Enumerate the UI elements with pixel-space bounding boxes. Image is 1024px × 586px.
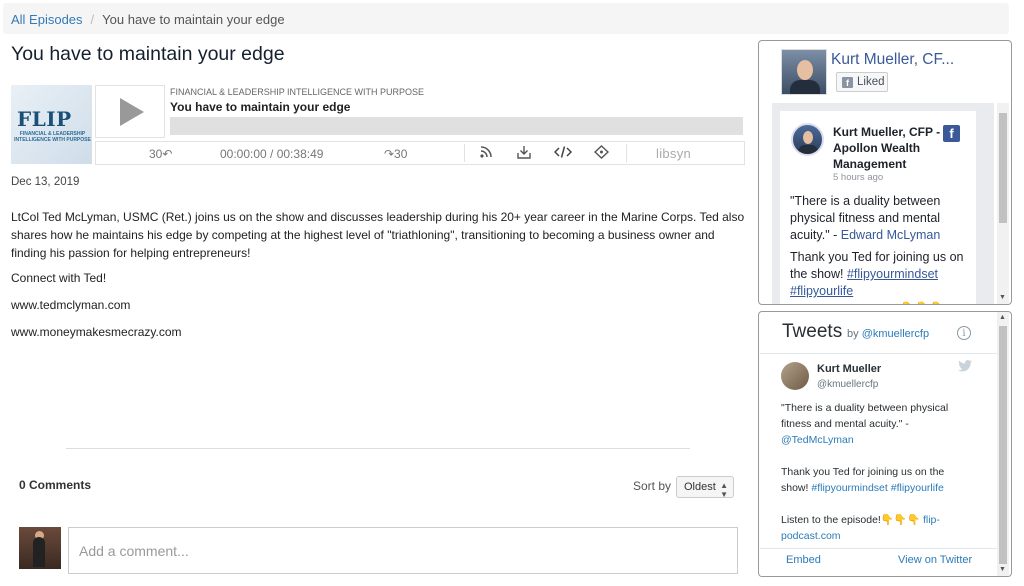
show-name: FINANCIAL & LEADERSHIP INTELLIGENCE WITH…	[170, 87, 425, 97]
podcast-player: FLIP FINANCIAL & LEADERSHIP INTELLIGENCE…	[11, 84, 745, 165]
page-title: You have to maintain your edge	[11, 43, 285, 65]
post-text: "There is a duality between physical fit…	[790, 193, 970, 244]
breadcrumb-separator: /	[90, 12, 95, 27]
progress-bar[interactable]	[170, 117, 743, 135]
tweet-text: Listen to the episode!👇👇👇	[781, 514, 923, 526]
tweet-paragraph: Thank you Ted for joining us on the show…	[781, 464, 971, 496]
facebook-page-avatar[interactable]	[781, 49, 827, 95]
scroll-up-icon[interactable]: ▲	[999, 314, 1006, 321]
facebook-page-name[interactable]: Kurt Mueller, CF...	[831, 51, 954, 69]
sort-label: Sort by	[633, 479, 672, 493]
avatar	[19, 527, 61, 569]
divider	[760, 353, 997, 354]
breadcrumb-current: You have to maintain your edge	[102, 12, 285, 27]
forward-30-button[interactable]: ↷30	[384, 147, 407, 161]
post-mention-link[interactable]: Edward McLyman	[841, 228, 941, 242]
hashtag-link[interactable]: #flipyourlife	[790, 284, 853, 298]
facebook-liked-button[interactable]: f Liked	[836, 72, 888, 92]
facebook-logo-icon: f	[943, 125, 960, 142]
facebook-post: Kurt Mueller, CFP - Apollon Wealth Manag…	[780, 111, 976, 304]
website-link-tedmclyman[interactable]: www.tedmclyman.com	[11, 298, 130, 312]
scroll-down-icon[interactable]: ▼	[999, 294, 1006, 301]
hashtag-links[interactable]: #flipyourmindset #flipyourlife	[811, 482, 943, 494]
embed-link[interactable]: Embed	[786, 554, 821, 566]
twitter-timeline-widget: Tweets by @kmuellercfp i Kurt Mueller @k…	[758, 311, 1012, 577]
tweets-by-label: by	[847, 328, 859, 340]
cover-logo: FLIP	[17, 107, 72, 131]
share-icon[interactable]	[593, 145, 610, 162]
rss-icon[interactable]	[480, 145, 493, 161]
tweet-text: "There is a duality between physical fit…	[781, 402, 949, 430]
breadcrumb-all-episodes-link[interactable]: All Episodes	[11, 12, 83, 27]
podcast-cover-art: FLIP FINANCIAL & LEADERSHIP INTELLIGENCE…	[11, 85, 92, 164]
twitter-scrollbar[interactable]: ▲ ▼	[997, 312, 1009, 576]
controls-divider	[464, 144, 465, 162]
connect-text: Connect with Ted!	[11, 271, 107, 285]
tweet-author-name[interactable]: Kurt Mueller	[817, 363, 881, 375]
time-display: 00:00:00 / 00:38:49	[220, 147, 324, 161]
sort-chevron-icon: ▲ ▼	[720, 481, 728, 499]
tweets-title: Tweets	[782, 321, 843, 342]
scroll-down-icon[interactable]: ▼	[999, 566, 1006, 573]
post-timestamp[interactable]: 5 hours ago	[833, 172, 883, 183]
hashtag-link[interactable]: #flipyourmindset	[847, 267, 938, 281]
tweet-author-avatar[interactable]	[781, 362, 809, 390]
tweet-body: "There is a duality between physical fit…	[781, 400, 971, 560]
play-icon	[120, 98, 144, 126]
player-episode-title: You have to maintain your edge	[170, 100, 351, 114]
website-link-moneymakesmecrazy[interactable]: www.moneymakesmecrazy.com	[11, 325, 181, 339]
comment-placeholder: Add a comment...	[79, 543, 189, 559]
twitter-bird-icon[interactable]	[958, 360, 972, 375]
embed-code-icon[interactable]	[553, 145, 573, 162]
comments-count: 0 Comments	[19, 478, 92, 492]
post-author-avatar[interactable]	[791, 123, 824, 156]
controls-divider	[626, 144, 627, 162]
post-author-name[interactable]: Kurt Mueller, CFP - Apollon Wealth Manag…	[833, 124, 943, 172]
episode-date: Dec 13, 2019	[11, 176, 80, 188]
post-emoji: 👇👇👇	[900, 301, 945, 304]
player-controls: 30↶ 00:00:00 / 00:38:49 ↷30 libsyn	[95, 141, 745, 165]
tweet-author-handle[interactable]: @kmuellercfp	[817, 379, 878, 390]
mention-link[interactable]: @TedMcLyman	[781, 434, 854, 446]
libsyn-logo[interactable]: libsyn	[656, 146, 691, 161]
comment-input[interactable]: Add a comment...	[68, 527, 738, 574]
facebook-stream: Kurt Mueller, CFP - Apollon Wealth Manag…	[772, 103, 994, 304]
scrollbar-thumb[interactable]	[999, 326, 1007, 564]
tweets-by-handle[interactable]: @kmuellercfp	[862, 328, 929, 340]
facebook-scrollbar[interactable]: ▼	[997, 103, 1009, 304]
cover-subtitle: FINANCIAL & LEADERSHIP INTELLIGENCE WITH…	[14, 131, 91, 143]
episode-description: LtCol Ted McLyman, USMC (Ret.) joins us …	[11, 210, 745, 260]
view-on-twitter-link[interactable]: View on Twitter	[898, 554, 972, 566]
rewind-30-button[interactable]: 30↶	[149, 147, 172, 161]
post-text: Thank you Ted for joining us on the show…	[790, 249, 970, 300]
sort-value: Oldest	[684, 481, 716, 493]
facebook-icon: f	[842, 77, 853, 88]
liked-label: Liked	[857, 76, 885, 88]
tweet-paragraph: "There is a duality between physical fit…	[781, 400, 971, 448]
twitter-footer: Embed View on Twitter	[760, 548, 997, 576]
play-button[interactable]	[95, 85, 165, 138]
breadcrumb: All Episodes / You have to maintain your e…	[3, 3, 1009, 34]
tweet-paragraph: Listen to the episode!👇👇👇 flip-podcast.c…	[781, 512, 971, 544]
tweets-by: by @kmuellercfp	[847, 328, 929, 340]
info-icon[interactable]: i	[957, 326, 971, 340]
sort-select[interactable]: Oldest ▲ ▼	[676, 476, 734, 499]
divider	[66, 448, 690, 449]
facebook-page-widget: Kurt Mueller, CF... f Liked Kurt Mueller,…	[758, 40, 1012, 305]
download-icon[interactable]	[517, 145, 531, 163]
scrollbar-thumb[interactable]	[999, 113, 1007, 223]
